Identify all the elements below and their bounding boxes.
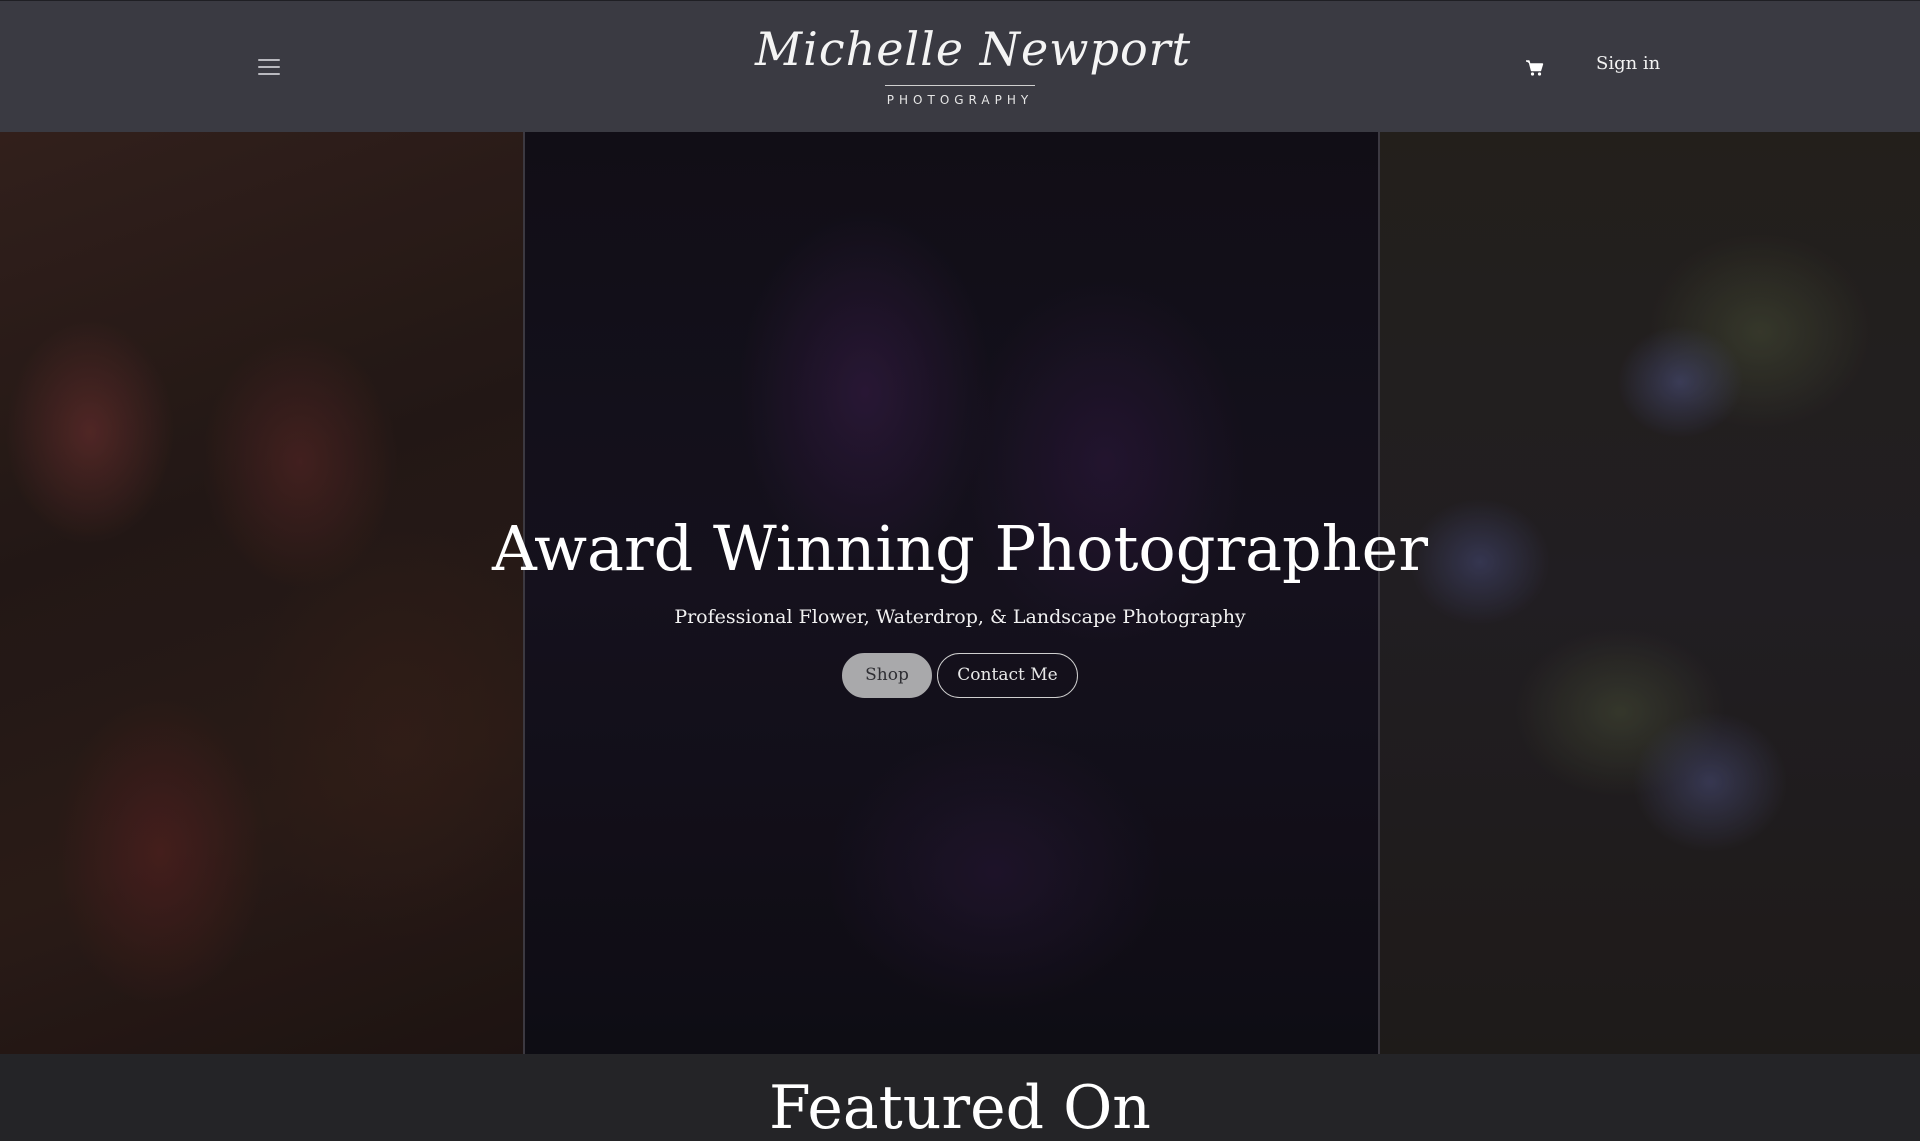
sign-in-link[interactable]: Sign in [1596, 53, 1660, 74]
menu-bar [258, 59, 280, 61]
hero-section: Award Winning Photographer Professional … [0, 132, 1920, 1054]
hero-dark-overlay [0, 132, 1920, 1054]
featured-on-heading: Featured On [769, 1073, 1151, 1141]
logo-divider [885, 85, 1035, 86]
featured-on-section: Featured On [0, 1054, 1920, 1141]
logo-script-text: Michelle Newport [755, 22, 1192, 76]
menu-bar [258, 73, 280, 75]
menu-bar [258, 66, 280, 68]
hero-title: Award Winning Photographer [492, 512, 1428, 585]
logo-subtitle: PHOTOGRAPHY [886, 93, 1034, 107]
contact-me-button[interactable]: Contact Me [937, 653, 1078, 698]
shopping-cart-icon[interactable] [1524, 57, 1546, 79]
hamburger-menu-icon[interactable] [254, 53, 284, 81]
shop-button[interactable]: Shop [842, 653, 932, 698]
cart-glyph [1526, 60, 1544, 76]
site-logo[interactable]: Michelle Newport PHOTOGRAPHY [755, 21, 1192, 111]
site-header: Michelle Newport PHOTOGRAPHY Sign in [0, 0, 1920, 132]
hero-subtitle: Professional Flower, Waterdrop, & Landsc… [674, 606, 1246, 628]
